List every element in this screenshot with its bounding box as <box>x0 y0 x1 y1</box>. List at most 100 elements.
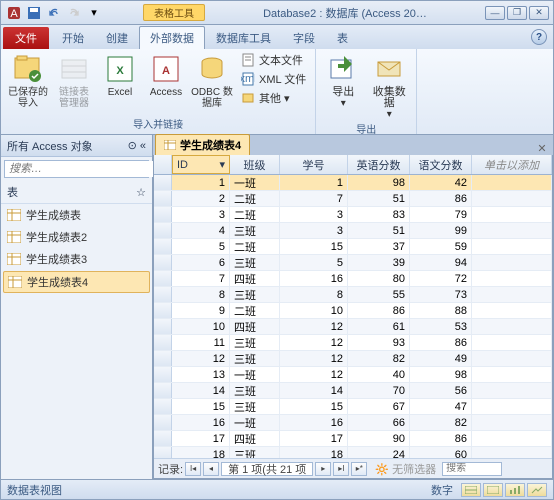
nav-first-button[interactable]: I◂ <box>185 462 201 476</box>
svg-text:X: X <box>116 65 124 77</box>
table-row[interactable]: 16一班166682 <box>154 415 552 431</box>
nav-next-button[interactable]: ▸ <box>315 462 331 476</box>
doc-close-icon[interactable]: ✕ <box>535 141 549 155</box>
nav-collapse-icon[interactable]: ⊙ « <box>128 139 146 152</box>
status-bar: 数据表视图 数字 <box>1 479 553 499</box>
col-class[interactable]: 班级 <box>230 155 280 174</box>
link-manager-icon <box>58 53 90 85</box>
table-row[interactable]: 13一班124098 <box>154 367 552 383</box>
col-chn[interactable]: 语文分数 <box>410 155 472 174</box>
ribbon-tabs: 文件 开始 创建 外部数据 数据库工具 字段 表 ? <box>1 25 553 49</box>
restore-button[interactable]: ❐ <box>507 6 527 20</box>
access-button[interactable]: A Access <box>145 51 187 98</box>
table-icon <box>164 140 176 150</box>
tab-home[interactable]: 开始 <box>51 26 95 49</box>
record-search-input[interactable] <box>442 462 502 476</box>
ribbon: 已保存的 导入 链接表 管理器 X Excel A Access ODBC 数据… <box>1 49 553 135</box>
nav-new-button[interactable]: ▸* <box>351 462 367 476</box>
xml-file-button[interactable]: xmlXML 文件 <box>237 70 309 88</box>
tab-db-tools[interactable]: 数据库工具 <box>205 26 282 49</box>
export-icon <box>327 53 359 85</box>
view-pivot-button[interactable] <box>483 483 503 497</box>
table-row[interactable]: 3二班38379 <box>154 207 552 223</box>
table-row[interactable]: 7四班168072 <box>154 271 552 287</box>
col-sno[interactable]: 学号 <box>280 155 348 174</box>
tab-fields[interactable]: 字段 <box>282 26 326 49</box>
datasheet: ID▾ 班级 学号 英语分数 语文分数 单击以添加 1一班198422二班751… <box>153 155 553 479</box>
table-row[interactable]: 18三班182460 <box>154 447 552 458</box>
status-view: 数据表视图 <box>7 482 62 498</box>
collect-data-button[interactable]: 收集数据▾ <box>368 51 410 120</box>
minimize-button[interactable]: — <box>485 6 505 20</box>
undo-icon[interactable] <box>45 4 63 22</box>
table-row[interactable]: 4三班35199 <box>154 223 552 239</box>
table-row[interactable]: 9二班108688 <box>154 303 552 319</box>
nav-search <box>4 160 149 178</box>
group-label-import: 导入并链接 <box>7 115 309 132</box>
col-add[interactable]: 单击以添加 <box>472 155 552 174</box>
nav-item-table[interactable]: 学生成绩表 <box>1 204 152 226</box>
grid-body[interactable]: 1一班198422二班751863二班383794三班351995二班15375… <box>154 175 552 458</box>
table-row[interactable]: 15三班156747 <box>154 399 552 415</box>
collect-icon <box>373 53 405 85</box>
window-title: Database2 : 数据库 (Access 20… <box>205 5 485 21</box>
table-row[interactable]: 17四班179086 <box>154 431 552 447</box>
other-button[interactable]: 其他 ▾ <box>237 89 309 107</box>
app-icon[interactable]: A <box>5 4 23 22</box>
export-button[interactable]: 导出▾ <box>322 51 364 109</box>
navigation-pane: 所有 Access 对象 ⊙ « 表☆ 学生成绩表学生成绩表2学生成绩表3学生成… <box>1 135 153 479</box>
nav-item-table[interactable]: 学生成绩表4 <box>3 271 150 293</box>
document-area: 学生成绩表4 ✕ ID▾ 班级 学号 英语分数 语文分数 单击以添加 1一班19… <box>153 135 553 479</box>
table-row[interactable]: 8三班85573 <box>154 287 552 303</box>
table-row[interactable]: 1一班19842 <box>154 175 552 191</box>
nav-prev-button[interactable]: ◂ <box>203 462 219 476</box>
link-manager-button[interactable]: 链接表 管理器 <box>53 51 95 109</box>
view-chart-button[interactable] <box>505 483 525 497</box>
table-row[interactable]: 10四班126153 <box>154 319 552 335</box>
nav-category-tables[interactable]: 表☆ <box>1 181 152 204</box>
xml-file-icon: xml <box>240 71 256 87</box>
no-filter-label: 🔆 无筛选器 <box>375 461 436 477</box>
text-file-button[interactable]: 文本文件 <box>237 51 309 69</box>
view-datasheet-button[interactable] <box>461 483 481 497</box>
access-icon: A <box>150 53 182 85</box>
grid-header: ID▾ 班级 学号 英语分数 语文分数 单击以添加 <box>154 155 552 175</box>
table-row[interactable]: 5二班153759 <box>154 239 552 255</box>
svg-text:xml: xml <box>241 73 255 85</box>
tab-create[interactable]: 创建 <box>95 26 139 49</box>
nav-position: 第 1 项(共 21 项 <box>221 462 313 476</box>
excel-button[interactable]: X Excel <box>99 51 141 98</box>
redo-icon[interactable] <box>65 4 83 22</box>
save-icon[interactable] <box>25 4 43 22</box>
tab-file[interactable]: 文件 <box>3 27 49 49</box>
nav-last-button[interactable]: ▸I <box>333 462 349 476</box>
nav-header[interactable]: 所有 Access 对象 ⊙ « <box>1 135 152 157</box>
tab-external-data[interactable]: 外部数据 <box>139 26 205 49</box>
text-file-icon <box>240 52 256 68</box>
odbc-icon <box>196 53 228 85</box>
doc-tab-active[interactable]: 学生成绩表4 <box>155 134 250 155</box>
table-row[interactable]: 6三班53994 <box>154 255 552 271</box>
table-row[interactable]: 12三班128249 <box>154 351 552 367</box>
table-row[interactable]: 11三班129386 <box>154 335 552 351</box>
select-all-cell[interactable] <box>154 155 172 174</box>
help-icon[interactable]: ? <box>531 29 547 45</box>
table-row[interactable]: 2二班75186 <box>154 191 552 207</box>
view-design-button[interactable] <box>527 483 547 497</box>
col-eng[interactable]: 英语分数 <box>348 155 410 174</box>
tab-table[interactable]: 表 <box>326 26 359 49</box>
qat-more-icon[interactable]: ▾ <box>85 4 103 22</box>
other-icon <box>240 90 256 106</box>
nav-item-table[interactable]: 学生成绩表2 <box>1 226 152 248</box>
table-row[interactable]: 14三班147056 <box>154 383 552 399</box>
group-import-link: 已保存的 导入 链接表 管理器 X Excel A Access ODBC 数据… <box>1 49 316 134</box>
context-tab-label: 表格工具 <box>143 4 205 21</box>
search-input[interactable] <box>5 161 156 177</box>
col-id[interactable]: ID▾ <box>172 155 230 174</box>
nav-item-table[interactable]: 学生成绩表3 <box>1 248 152 270</box>
title-bar: A ▾ 表格工具 Database2 : 数据库 (Access 20… — ❐… <box>1 1 553 25</box>
saved-imports-button[interactable]: 已保存的 导入 <box>7 51 49 109</box>
odbc-button[interactable]: ODBC 数据库 <box>191 51 233 109</box>
saved-imports-icon <box>12 53 44 85</box>
close-button[interactable]: ✕ <box>529 6 549 20</box>
